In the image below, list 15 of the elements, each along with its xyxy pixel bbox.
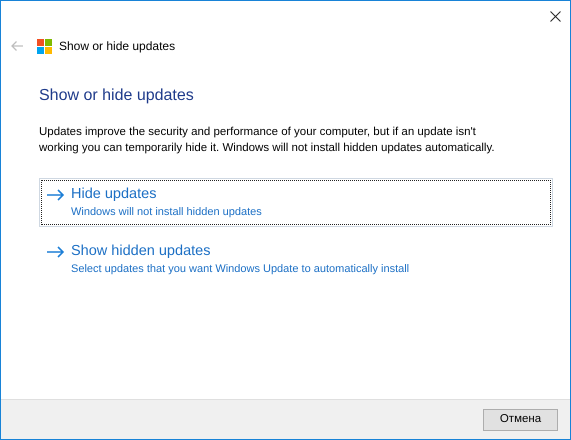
arrow-icon xyxy=(46,188,65,200)
option-subtitle: Select updates that you want Windows Update to automatically install xyxy=(71,262,410,277)
arrow-icon xyxy=(46,246,65,258)
page-heading: Show or hide updates xyxy=(39,86,195,106)
window-title: Show or hide updates xyxy=(59,38,176,55)
option-title: Hide updates xyxy=(71,185,156,204)
back-arrow-icon xyxy=(10,40,24,52)
option-link[interactable]: Hide updates Windows will not install hidden updates xyxy=(41,180,551,225)
option-title: Show hidden updates xyxy=(71,242,210,261)
windows-logo-icon xyxy=(37,38,52,54)
option-link[interactable]: Show hidden updates Select updates that you want Windows Update to automatically install xyxy=(41,237,551,282)
description-text: Updates improve the security and performance of your computer, but if an update isn't working you can temporarily hide it. Windows will not install hidden updates automatically. xyxy=(39,125,496,156)
cancel-button[interactable]: Отмена xyxy=(483,408,558,430)
close-icon xyxy=(550,10,560,22)
option-subtitle: Windows will not install hidden updates xyxy=(71,205,263,220)
